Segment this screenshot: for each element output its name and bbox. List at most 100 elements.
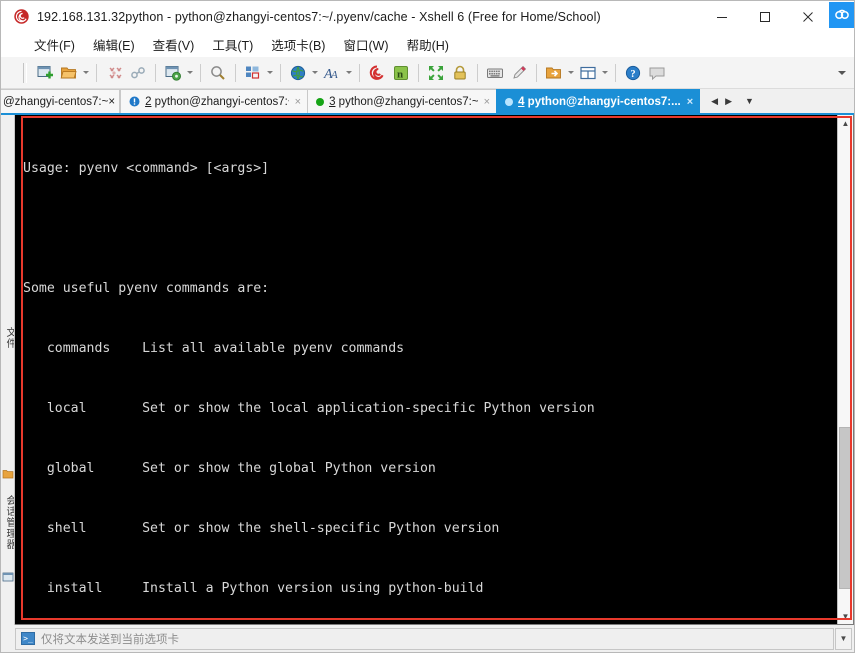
menu-tools[interactable]: 工具(T) xyxy=(203,33,262,56)
toolbar-separator xyxy=(235,63,236,82)
toolbar-separator xyxy=(418,63,419,82)
send-command-input[interactable]: >_ 仅将文本发送到当前选项卡 xyxy=(15,627,834,650)
tab-2[interactable]: 2 python@zhangyi-centos7:~/... × xyxy=(120,89,309,113)
sidebar-label-file[interactable]: 文件 xyxy=(2,327,14,349)
file-transfer-icon[interactable] xyxy=(542,61,566,85)
toolbar-separator xyxy=(536,63,537,82)
open-session-chevron-down-icon[interactable] xyxy=(81,61,91,85)
scrollbar-track[interactable] xyxy=(838,131,853,608)
layout-chevron-down-icon[interactable] xyxy=(600,61,610,85)
toolbar-separator xyxy=(200,63,201,82)
tab-3[interactable]: 3 python@zhangyi-centos7:~ × xyxy=(307,89,498,113)
globe-chevron-down-icon[interactable] xyxy=(310,61,320,85)
terminal-panel: Usage: pyenv <command> [<args>] Some use… xyxy=(15,115,854,625)
menu-file[interactable]: 文件(F) xyxy=(25,33,84,56)
new-session-icon[interactable] xyxy=(33,61,57,85)
warning-icon xyxy=(129,96,140,107)
menu-help[interactable]: 帮助(H) xyxy=(398,33,458,56)
window-title: 192.168.131.32python - python@zhangyi-ce… xyxy=(37,9,601,24)
toolbar-overflow-chevron-icon[interactable] xyxy=(838,57,846,89)
send-command-placeholder: 仅将文本发送到当前选项卡 xyxy=(41,633,179,646)
folder-icon[interactable] xyxy=(2,467,14,479)
terminal-line: local Set or show the local application-… xyxy=(23,401,595,416)
tab-2-label: 2 python@zhangyi-centos7:~/... xyxy=(145,95,289,108)
tab-next-icon[interactable]: ▶ xyxy=(725,96,732,107)
sidebar-label-session-manager[interactable]: 会话管理器 xyxy=(2,495,14,550)
menu-view[interactable]: 查看(V) xyxy=(144,33,204,56)
scrollbar-thumb[interactable] xyxy=(839,426,852,589)
font-icon[interactable]: A A xyxy=(320,61,344,85)
help-icon[interactable]: ? xyxy=(621,61,645,85)
search-icon[interactable] xyxy=(206,61,230,85)
tab-2-close-icon[interactable]: × xyxy=(295,96,301,108)
open-session-icon[interactable] xyxy=(57,61,81,85)
menu-tabs[interactable]: 选项卡(B) xyxy=(262,33,334,56)
globe-icon[interactable] xyxy=(286,61,310,85)
session-icon[interactable] xyxy=(2,570,14,582)
minimize-button[interactable] xyxy=(700,1,743,32)
link-icon[interactable] xyxy=(126,61,150,85)
window-controls xyxy=(700,1,829,32)
tab-1-label: @zhangyi-centos7:~ xyxy=(3,95,109,108)
fullscreen-icon[interactable] xyxy=(424,61,448,85)
xshell-window: 192.168.131.32python - python@zhangyi-ce… xyxy=(0,0,855,653)
terminal-line: Some useful pyenv commands are: xyxy=(23,281,270,296)
toolbar-grip[interactable] xyxy=(23,62,27,83)
toolbar-separator xyxy=(477,63,478,82)
terminal-line: shell Set or show the shell-specific Pyt… xyxy=(23,521,500,536)
compose-pane-icon[interactable] xyxy=(241,61,265,85)
keyboard-icon[interactable] xyxy=(483,61,507,85)
scroll-down-arrow-icon[interactable]: ▼ xyxy=(838,608,853,624)
tab-bar: @zhangyi-centos7:~ × 2 python@zhangyi-ce… xyxy=(1,89,854,115)
maximize-button[interactable] xyxy=(743,1,786,32)
script-icon[interactable]: n xyxy=(389,61,413,85)
toolbar-separator xyxy=(280,63,281,82)
terminal-line: global Set or show the global Python ver… xyxy=(23,461,436,476)
tab-4[interactable]: 4 python@zhangyi-centos7:... × xyxy=(496,89,701,113)
close-button[interactable] xyxy=(786,1,829,32)
tab-prev-icon[interactable]: ◀ xyxy=(711,96,718,107)
terminal-line: install Install a Python version using p… xyxy=(23,581,484,596)
svg-text:n: n xyxy=(397,68,403,80)
toolbar-separator xyxy=(615,63,616,82)
tab-4-close-icon[interactable]: × xyxy=(687,96,693,108)
layout-icon[interactable] xyxy=(576,61,600,85)
terminal-output[interactable]: Usage: pyenv <command> [<args>] Some use… xyxy=(15,115,837,624)
session-properties-icon[interactable] xyxy=(161,61,185,85)
terminal-line: Usage: pyenv <command> [<args>] xyxy=(23,161,270,176)
toolbar-separator xyxy=(359,63,360,82)
toolbar-separator xyxy=(96,63,97,82)
tab-1-partial[interactable]: @zhangyi-centos7:~ × xyxy=(1,89,121,113)
disconnect-icon[interactable] xyxy=(102,61,126,85)
sidebar-collapsed-panel[interactable]: 文件 会话管理器 xyxy=(1,115,15,625)
tab-list-chevron-down-icon[interactable]: ▼ xyxy=(745,96,754,106)
scroll-up-arrow-icon[interactable]: ▲ xyxy=(838,115,853,131)
log-icon[interactable] xyxy=(365,61,389,85)
session-properties-chevron-down-icon[interactable] xyxy=(185,61,195,85)
menu-window[interactable]: 窗口(W) xyxy=(334,33,397,56)
connected-status-icon xyxy=(505,97,514,106)
menu-edit[interactable]: 编辑(E) xyxy=(84,33,144,56)
title-bar: 192.168.131.32python - python@zhangyi-ce… xyxy=(1,1,854,32)
toolbar-separator xyxy=(155,63,156,82)
terminal-vertical-scrollbar[interactable]: ▲ ▼ xyxy=(837,115,853,624)
lock-icon[interactable] xyxy=(448,61,472,85)
tab-1-close-icon[interactable]: × xyxy=(108,96,115,108)
svg-text:A: A xyxy=(330,69,338,81)
terminal-prompt-icon: >_ xyxy=(21,632,35,645)
xshell-icon xyxy=(13,8,30,25)
connected-status-icon xyxy=(316,97,325,106)
scroll-to-bottom-button[interactable]: ▼ xyxy=(835,627,852,650)
tab-3-label: 3 python@zhangyi-centos7:~ xyxy=(329,95,478,108)
font-chevron-down-icon[interactable] xyxy=(344,61,354,85)
tab-3-close-icon[interactable]: × xyxy=(484,96,490,108)
svg-text:?: ? xyxy=(630,69,635,80)
highlight-icon[interactable] xyxy=(507,61,531,85)
terminal-line: commands List all available pyenv comman… xyxy=(23,341,405,356)
chat-icon[interactable] xyxy=(645,61,669,85)
tab-navigation: ◀ ▶ ▼ xyxy=(705,89,760,113)
cloud-badge-icon[interactable] xyxy=(829,2,854,28)
file-transfer-chevron-down-icon[interactable] xyxy=(566,61,576,85)
compose-pane-chevron-down-icon[interactable] xyxy=(265,61,275,85)
